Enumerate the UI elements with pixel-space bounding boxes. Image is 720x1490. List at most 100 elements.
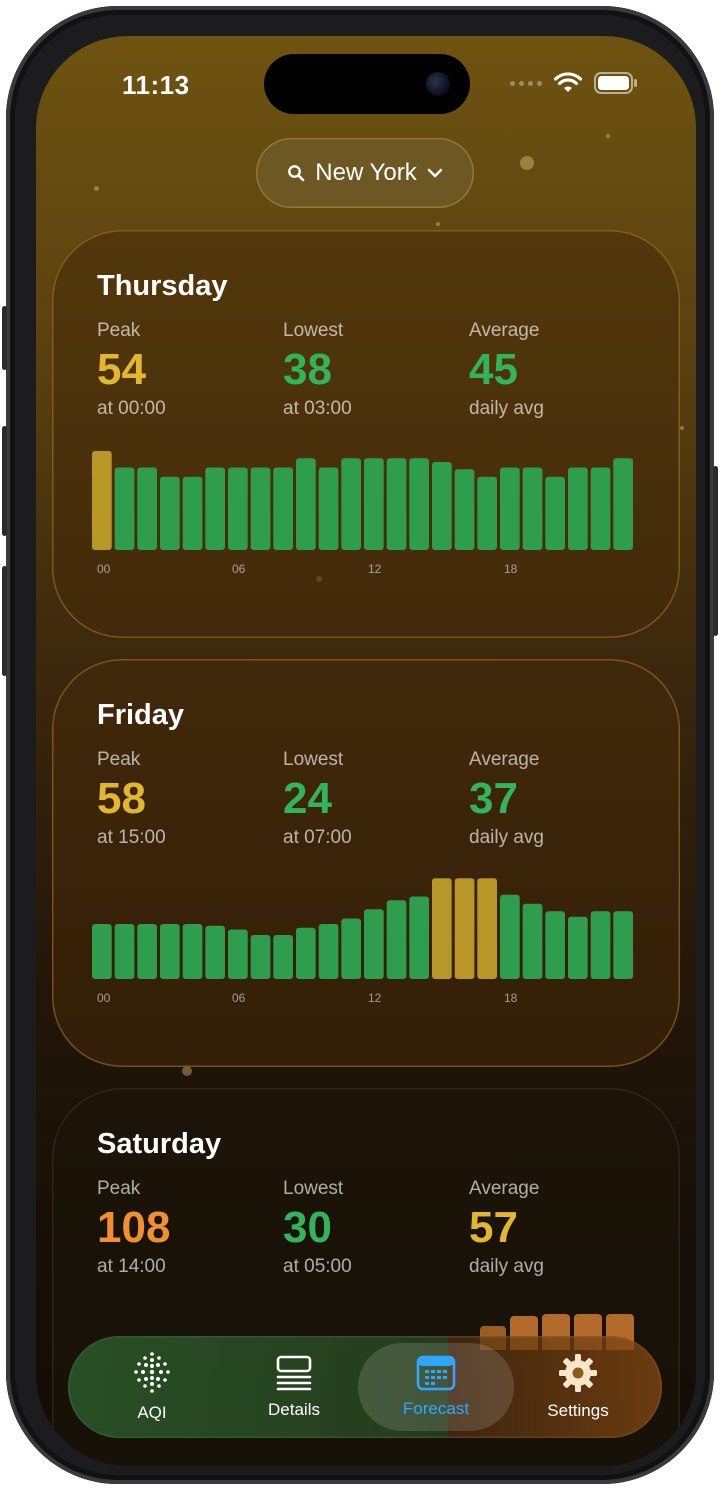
hourly-bar [409, 896, 429, 979]
lowest-value: 30 [283, 1203, 332, 1252]
hourly-bar [500, 467, 520, 550]
city-name: New York [315, 159, 417, 186]
tab-label: AQI [137, 1403, 167, 1422]
hourly-bar [545, 911, 565, 979]
hourly-bar [137, 467, 157, 550]
front-camera [426, 72, 450, 96]
battery-icon [594, 72, 637, 94]
day-title: Friday [97, 699, 185, 731]
city-selector[interactable]: New York [256, 138, 474, 208]
tab-details[interactable]: Details [224, 1336, 364, 1438]
hourly-bar [613, 458, 633, 550]
hourly-bar [250, 935, 271, 979]
hourly-bar [454, 469, 475, 550]
hourly-bar [477, 878, 497, 979]
hourly-bar [545, 476, 565, 550]
average-label: Average [469, 1178, 540, 1199]
wifi-icon [554, 72, 582, 92]
lowest-stat: Lowest 38 at 03:00 [283, 320, 463, 420]
hourly-bar-chart [92, 878, 633, 979]
tick-label: 00 [97, 991, 111, 1005]
peak-stat: Peak 108 at 14:00 [97, 1178, 277, 1278]
hourly-bar [250, 467, 271, 550]
peak-value: 54 [97, 345, 146, 394]
day-title: Saturday [97, 1128, 222, 1160]
lowest-value: 24 [283, 774, 332, 823]
hourly-bar [590, 911, 611, 979]
day-title: Thursday [97, 270, 228, 302]
peak-label: Peak [97, 320, 141, 341]
tick-label: 12 [368, 562, 382, 576]
hourly-bar [318, 467, 339, 550]
lowest-time: at 07:00 [283, 827, 352, 848]
screen: 11:13 New York Thursday Peak 54 at 00:00… [36, 36, 696, 1466]
average-label: Average [469, 320, 540, 341]
action-button [2, 306, 7, 370]
average-sub: daily avg [469, 827, 544, 848]
lowest-stat: Lowest 24 at 07:00 [283, 749, 463, 849]
hourly-bar [160, 924, 180, 979]
tick-label: 00 [97, 562, 111, 576]
peak-value: 58 [97, 774, 146, 823]
day-card-friday[interactable]: Friday Peak 58 at 15:00 Lowest 24 at 07:… [52, 659, 680, 1067]
average-stat: Average 45 daily avg [469, 320, 649, 420]
peak-value: 108 [97, 1203, 171, 1252]
hourly-bar [228, 929, 248, 979]
hourly-bar [454, 878, 475, 979]
hourly-bar [137, 924, 157, 979]
ambient-particle [520, 156, 534, 170]
hourly-bar [273, 935, 293, 979]
volume-up-button [2, 426, 7, 536]
hourly-bar [432, 878, 452, 979]
hourly-bar [590, 467, 611, 550]
lowest-value: 38 [283, 345, 332, 394]
average-value: 45 [469, 345, 518, 394]
power-button [713, 466, 718, 636]
lowest-time: at 05:00 [283, 1256, 352, 1277]
hourly-bar [205, 925, 225, 979]
peak-label: Peak [97, 749, 141, 770]
calendar-icon [416, 1355, 456, 1391]
aqi-dots-icon [134, 1352, 170, 1393]
chevron-down-icon [427, 168, 442, 178]
tab-bar: AQI Details Forecast Settings [68, 1336, 662, 1438]
hourly-bar [477, 476, 497, 550]
lowest-stat: Lowest 30 at 05:00 [283, 1178, 463, 1278]
volume-down-button [2, 566, 7, 676]
hourly-bar [522, 467, 543, 550]
hourly-bar [92, 451, 112, 550]
list-icon [276, 1355, 312, 1391]
signal-dots-icon [510, 80, 542, 86]
hourly-bar [182, 476, 203, 550]
lowest-label: Lowest [283, 1178, 344, 1199]
tab-settings[interactable]: Settings [508, 1336, 648, 1438]
average-sub: daily avg [469, 398, 544, 419]
tab-forecast[interactable]: Forecast [358, 1343, 514, 1431]
status-time: 11:13 [122, 70, 190, 100]
lowest-time: at 03:00 [283, 398, 352, 419]
ambient-particle [94, 186, 99, 191]
hourly-bar [568, 467, 588, 550]
hourly-bar [613, 911, 633, 979]
tab-aqi[interactable]: AQI [82, 1336, 222, 1438]
hourly-bar [364, 909, 384, 979]
hourly-bar [364, 458, 384, 550]
hourly-bar [341, 458, 361, 550]
dynamic-island [264, 54, 470, 114]
hourly-bar [160, 476, 180, 550]
average-stat: Average 37 daily avg [469, 749, 649, 849]
hourly-bar [205, 467, 225, 550]
average-sub: daily avg [469, 1256, 544, 1277]
hourly-bar [228, 467, 248, 550]
hourly-bar [409, 458, 429, 550]
tick-label: 18 [504, 991, 518, 1005]
peak-stat: Peak 58 at 15:00 [97, 749, 277, 849]
hourly-bar [432, 462, 452, 550]
hourly-bar [92, 924, 112, 979]
peak-label: Peak [97, 1178, 141, 1199]
hourly-bar [273, 467, 293, 550]
tab-label: Details [268, 1400, 320, 1419]
day-card-thursday[interactable]: Thursday Peak 54 at 00:00 Lowest 38 at 0… [52, 230, 680, 638]
ambient-particle [182, 1066, 192, 1076]
hourly-bar [114, 467, 135, 550]
